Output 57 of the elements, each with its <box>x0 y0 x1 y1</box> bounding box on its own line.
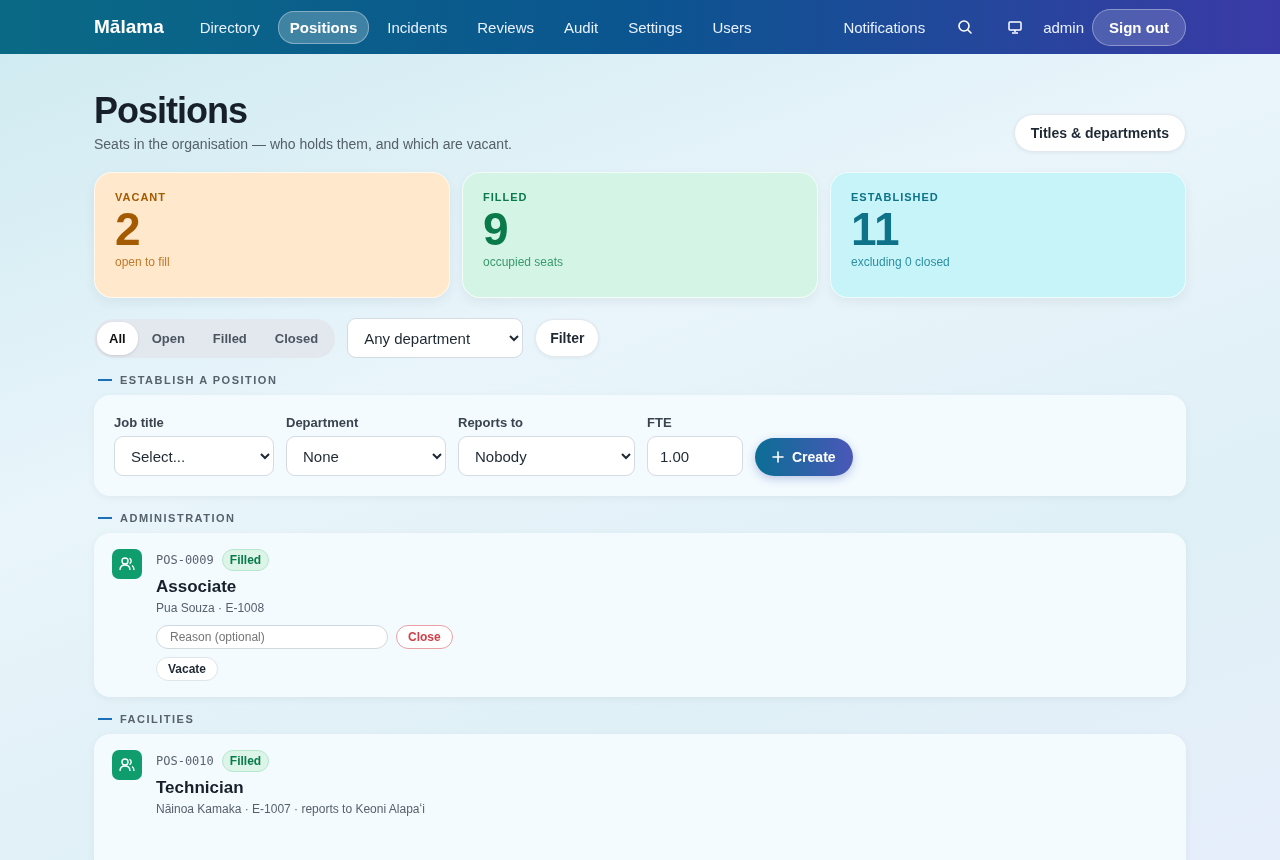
stat-value: 9 <box>483 203 510 255</box>
monitor-icon[interactable] <box>1007 19 1024 35</box>
page-subtitle: Seats in the organisation — who holds them, and which are vacant. <box>94 136 512 152</box>
section-heading: FACILITIES <box>98 713 1186 725</box>
status-badge: Filled <box>221 750 270 772</box>
status-badge: Filled <box>221 549 270 571</box>
brand-logo[interactable]: Mālama <box>94 16 164 38</box>
sign-out-button[interactable]: Sign out <box>1092 8 1186 46</box>
nav-link[interactable]: Incidents <box>375 10 460 44</box>
stat-label: FILLED <box>483 191 529 203</box>
status-tab[interactable]: Closed <box>260 321 333 355</box>
stat-value: 11 <box>851 203 901 255</box>
position-holder: Nāinoa Kamaka · E-1007 · reports to Keoni Alapaʻi <box>156 802 425 816</box>
people-icon <box>112 549 142 579</box>
people-icon <box>112 750 142 780</box>
input-field[interactable]: 1.00 <box>647 436 743 476</box>
section-heading: ESTABLISH A POSITION <box>98 374 1186 386</box>
position-holder: Pua Souza · E-1008 <box>156 601 265 615</box>
field-label: FTE <box>647 415 673 430</box>
nav-link[interactable]: Reviews <box>465 10 546 44</box>
section-heading: ADMINISTRATION <box>98 512 1186 524</box>
stat-value: 2 <box>115 203 142 255</box>
position-code: POS-0009 <box>156 553 214 567</box>
stat-note: occupied seats <box>483 255 565 269</box>
position-code: POS-0010 <box>156 754 214 768</box>
position-title: Associate <box>156 577 237 597</box>
select-field[interactable]: Nobody <box>458 436 635 476</box>
field-label: Reports to <box>458 415 524 430</box>
select-field[interactable]: Select... <box>114 436 274 476</box>
nav-link[interactable]: Settings <box>616 10 695 44</box>
user-name: admin <box>1043 18 1084 36</box>
position-title: Technician <box>156 778 244 798</box>
filter-button[interactable]: Filter <box>535 319 600 357</box>
close-button[interactable]: Close <box>396 625 453 649</box>
stat-label: ESTABLISHED <box>851 191 940 203</box>
field-label: Job title <box>114 415 165 430</box>
department-dropdown[interactable]: Any department <box>347 318 524 358</box>
nav-link[interactable]: Audit <box>551 10 611 44</box>
vacate-button[interactable]: Vacate <box>156 657 219 681</box>
nav-link[interactable]: Users <box>700 10 764 44</box>
nav-link[interactable]: Directory <box>187 10 272 44</box>
nav-link[interactable]: Positions <box>277 10 370 44</box>
page-title: Positions <box>94 90 249 132</box>
plus-icon <box>772 451 784 463</box>
status-tab[interactable]: All <box>97 321 138 355</box>
create-button[interactable]: Create <box>755 438 853 476</box>
status-tab[interactable]: Open <box>137 321 199 355</box>
search-icon[interactable] <box>957 19 974 35</box>
stat-note: open to fill <box>115 255 171 269</box>
stat-label: VACANT <box>115 191 167 203</box>
status-tab[interactable]: Filled <box>198 321 261 355</box>
titles-departments-button[interactable]: Titles & departments <box>1013 114 1186 152</box>
notifications-link[interactable]: Notifications <box>831 10 938 44</box>
stat-note: excluding 0 closed <box>851 255 951 269</box>
select-field[interactable]: None <box>286 436 446 476</box>
reason-field[interactable]: Reason (optional) <box>156 625 388 649</box>
field-label: Department <box>286 415 360 430</box>
